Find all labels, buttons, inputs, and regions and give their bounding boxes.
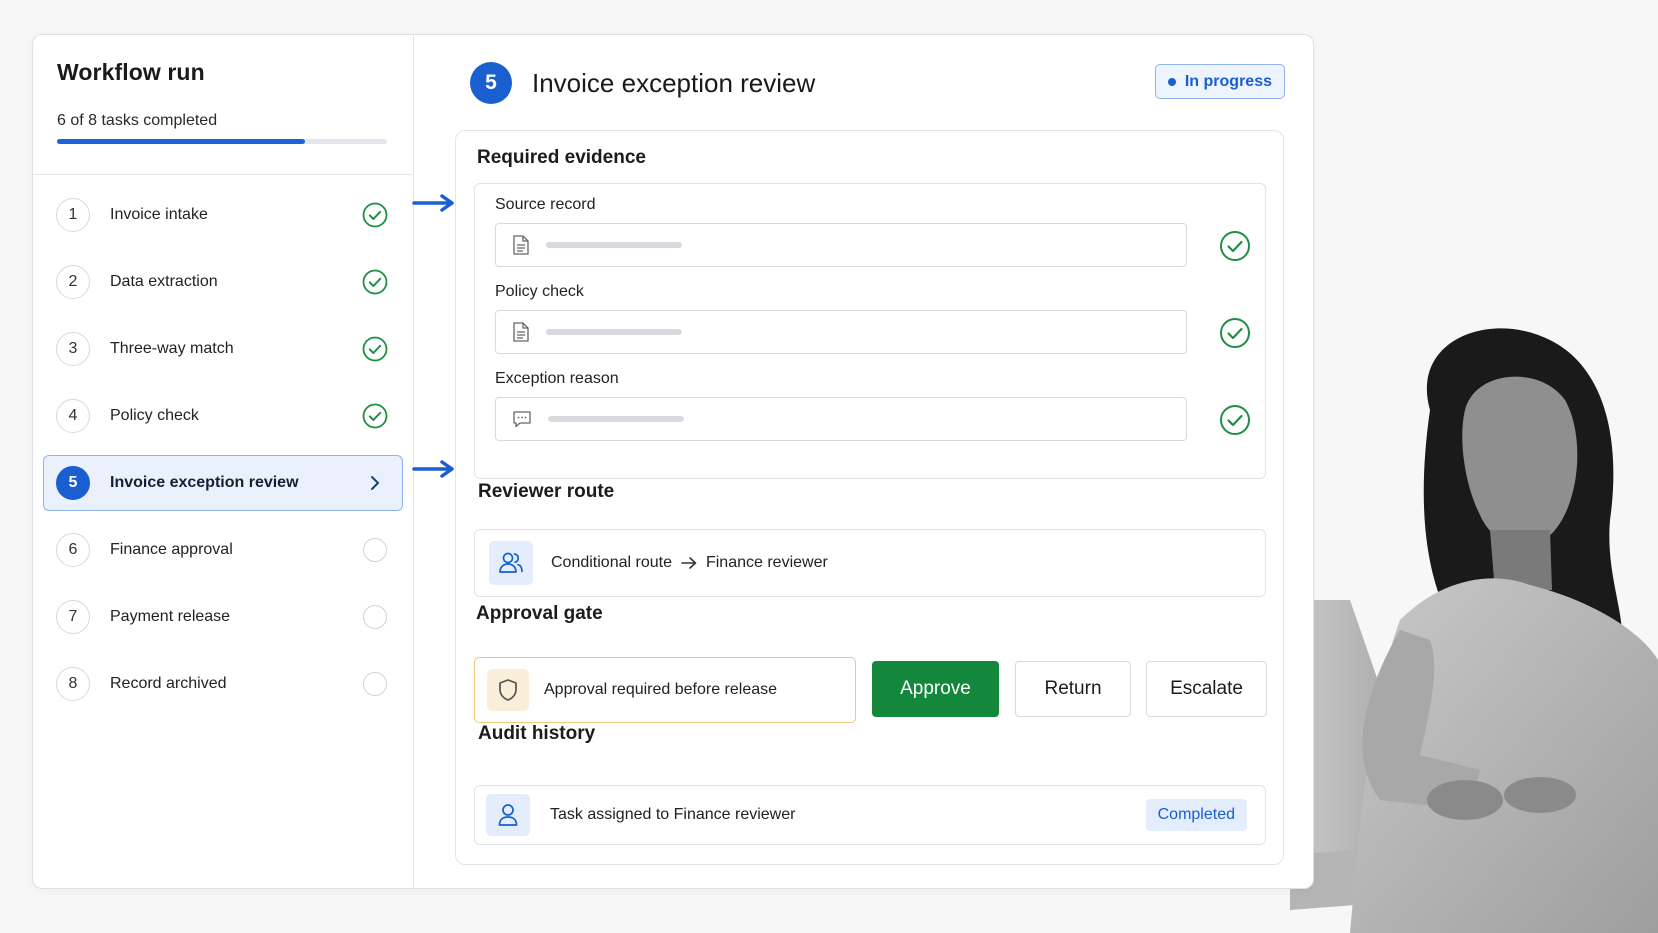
user-icon <box>498 804 518 826</box>
users-icon-tile <box>489 541 533 585</box>
redacted-value <box>546 242 682 248</box>
step-number: 6 <box>56 533 90 567</box>
check-circle-icon <box>362 269 388 295</box>
workflow-window: Workflow run 6 of 8 tasks completed 1 Inv… <box>32 34 1314 889</box>
approve-button[interactable]: Approve <box>872 661 999 717</box>
document-icon <box>513 235 529 255</box>
escalate-button[interactable]: Escalate <box>1146 661 1267 717</box>
evidence-label: Policy check <box>495 283 584 300</box>
step-detail-card: Required evidence Source record Policy c… <box>455 130 1284 865</box>
progress-bar <box>57 139 387 144</box>
step-number: 4 <box>56 399 90 433</box>
pointer-arrow-icon <box>412 194 454 212</box>
step-label: Payment release <box>110 608 231 625</box>
completed-badge: Completed <box>1145 799 1247 831</box>
step-item[interactable]: 4 Policy check <box>43 388 403 444</box>
step-detail-panel: 5 Invoice exception review In progress R… <box>412 35 1313 888</box>
step-number: 3 <box>56 332 90 366</box>
users-icon <box>499 552 523 573</box>
pending-circle-icon <box>362 537 388 563</box>
progress-bar-fill <box>57 139 305 144</box>
step-label: Policy check <box>110 407 199 424</box>
evidence-field-policy-check[interactable] <box>495 310 1187 354</box>
workflow-sidebar: Workflow run 6 of 8 tasks completed 1 Inv… <box>33 35 414 888</box>
section-title-evidence: Required evidence <box>477 147 646 168</box>
check-circle-icon <box>362 336 388 362</box>
step-item[interactable]: 5 Invoice exception review <box>43 455 403 511</box>
step-item[interactable]: 3 Three-way match <box>43 321 403 377</box>
step-item[interactable]: 7 Payment release <box>43 589 403 645</box>
step-number: 7 <box>56 600 90 634</box>
user-icon-tile <box>486 794 530 836</box>
pointer-arrow-icon <box>412 460 454 478</box>
approval-gate-text: Approval required before release <box>544 681 778 698</box>
check-circle-icon <box>1220 405 1250 435</box>
audit-history-entry: Task assigned to Finance reviewer Comple… <box>474 785 1266 845</box>
pending-circle-icon <box>362 604 388 630</box>
evidence-label: Exception reason <box>495 370 619 387</box>
step-number: 1 <box>56 198 90 232</box>
step-item[interactable]: 8 Record archived <box>43 656 403 712</box>
step-label: Invoice intake <box>110 206 208 223</box>
sidebar-header: Workflow run 6 of 8 tasks completed <box>33 35 413 175</box>
check-circle-icon <box>362 202 388 228</box>
comment-icon <box>513 411 531 428</box>
evidence-group: Source record Policy check Exception rea… <box>474 183 1266 479</box>
step-number: 2 <box>56 265 90 299</box>
evidence-item-policy-check: Policy check <box>495 283 1255 354</box>
sidebar-title: Workflow run <box>57 59 205 85</box>
evidence-field-exception-reason[interactable] <box>495 397 1187 441</box>
return-button[interactable]: Return <box>1015 661 1131 717</box>
check-circle-icon <box>1220 318 1250 348</box>
audit-entry-text: Task assigned to Finance reviewer <box>550 806 796 823</box>
check-circle-icon <box>1220 231 1250 261</box>
step-label: Three-way match <box>110 340 234 357</box>
shield-icon <box>499 679 517 701</box>
evidence-field-source-record[interactable] <box>495 223 1187 267</box>
check-circle-icon <box>362 403 388 429</box>
section-title-audit: Audit history <box>478 723 596 744</box>
evidence-item-exception-reason: Exception reason <box>495 370 1255 441</box>
step-item[interactable]: 6 Finance approval <box>43 522 403 578</box>
status-badge-label: In progress <box>1184 72 1272 90</box>
document-icon <box>513 322 529 342</box>
status-badge: In progress <box>1154 64 1285 99</box>
step-number: 5 <box>56 466 90 500</box>
pending-circle-icon <box>362 671 388 697</box>
section-title-gate: Approval gate <box>476 603 603 624</box>
step-label: Record archived <box>110 675 227 692</box>
step-item[interactable]: 1 Invoice intake <box>43 187 403 243</box>
route-to: Finance reviewer <box>705 554 828 571</box>
page-title: Invoice exception review <box>532 67 816 98</box>
section-title-route: Reviewer route <box>478 481 615 502</box>
person-photo <box>1290 328 1658 933</box>
reviewer-route: Conditional route Finance reviewer <box>474 529 1266 597</box>
progress-text: 6 of 8 tasks completed <box>57 112 218 129</box>
evidence-item-source-record: Source record <box>495 196 1255 267</box>
shield-icon-tile <box>487 669 529 711</box>
step-item[interactable]: 2 Data extraction <box>43 254 403 310</box>
redacted-value <box>548 416 684 422</box>
chevron-right-icon <box>362 470 388 496</box>
step-list: 1 Invoice intake 2 Data extraction 3 Three-wa… <box>33 175 413 723</box>
redacted-value <box>546 329 682 335</box>
approval-gate-notice: Approval required before release <box>474 657 856 723</box>
evidence-label: Source record <box>495 196 596 213</box>
route-description: Conditional route Finance reviewer <box>551 554 828 572</box>
arrow-right-icon <box>681 557 697 569</box>
step-number-badge: 5 <box>470 62 512 104</box>
step-label: Finance approval <box>110 541 233 558</box>
status-dot-icon <box>1167 77 1176 86</box>
step-number: 8 <box>56 667 90 701</box>
route-from: Conditional route <box>551 554 672 571</box>
step-label: Data extraction <box>110 273 218 290</box>
step-label: Invoice exception review <box>110 474 299 491</box>
